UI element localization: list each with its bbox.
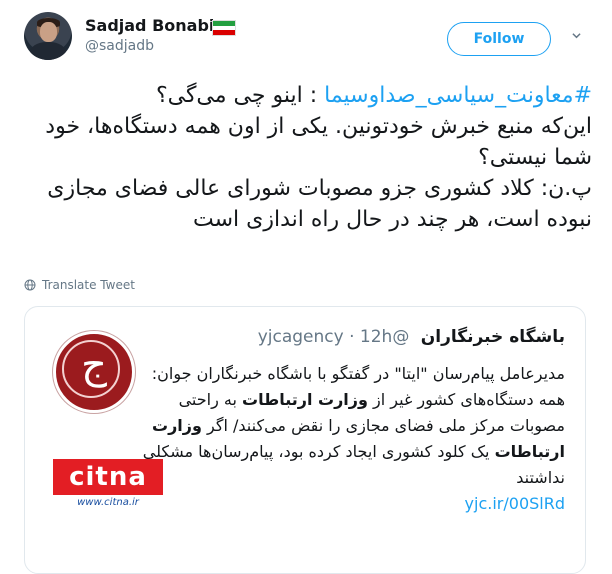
translate-tweet-link[interactable]: Translate Tweet <box>24 278 135 292</box>
avatar-body <box>30 42 66 60</box>
tweet-line3: پ.ن: کلاد کشوری جزو مصوبات شورای عالی فض… <box>47 176 592 232</box>
iran-flag-icon <box>212 20 236 36</box>
avatar-face <box>40 22 57 42</box>
author-handle[interactable]: @sadjadb <box>85 38 154 54</box>
tweet-line2: این‌که منبع خبرش خودتونین. یکی از اون هم… <box>45 114 592 170</box>
quoted-tweet[interactable]: ج باشگاه خبرنگاران @yjcagency · 12h مدیر… <box>24 306 586 574</box>
yjc-logo-mark: ج <box>81 342 107 388</box>
citna-brand: citna <box>53 459 163 495</box>
translate-label: Translate Tweet <box>42 278 135 292</box>
tweet-hashtag[interactable]: #معاونت_سیاسی_صداوسیما <box>324 83 592 108</box>
quoted-tweet-header: باشگاه خبرنگاران @yjcagency · 12h <box>258 327 565 347</box>
citna-url: www.citna.ir <box>77 497 139 508</box>
author-name[interactable]: Sadjad Bonabi <box>85 16 214 35</box>
author-avatar[interactable] <box>24 12 72 60</box>
quoted-tweet-text: مدیرعامل پیام‌رسان "ایتا" در گفتگو با با… <box>125 361 565 517</box>
citna-logo: citna www.citna.ir <box>53 459 163 509</box>
follow-button[interactable]: Follow <box>447 22 551 56</box>
yjc-logo: ج <box>53 331 135 413</box>
quoted-tweet-time[interactable]: · 12h <box>349 327 392 347</box>
flag-stripe-red <box>213 30 235 35</box>
quoted-tweet-link[interactable]: yjc.ir/00SlRd <box>125 491 565 517</box>
tweet-line1-rest: : اینو چی می‌گی؟ <box>155 83 325 108</box>
quoted-bold-a: وزارت ارتباطات <box>242 390 368 409</box>
tweet-text: #معاونت_سیاسی_صداوسیما : اینو چی می‌گی؟ … <box>20 80 592 235</box>
globe-icon <box>24 279 36 291</box>
quoted-author-name[interactable]: باشگاه خبرنگاران <box>421 327 565 347</box>
chevron-down-icon[interactable] <box>572 31 581 40</box>
